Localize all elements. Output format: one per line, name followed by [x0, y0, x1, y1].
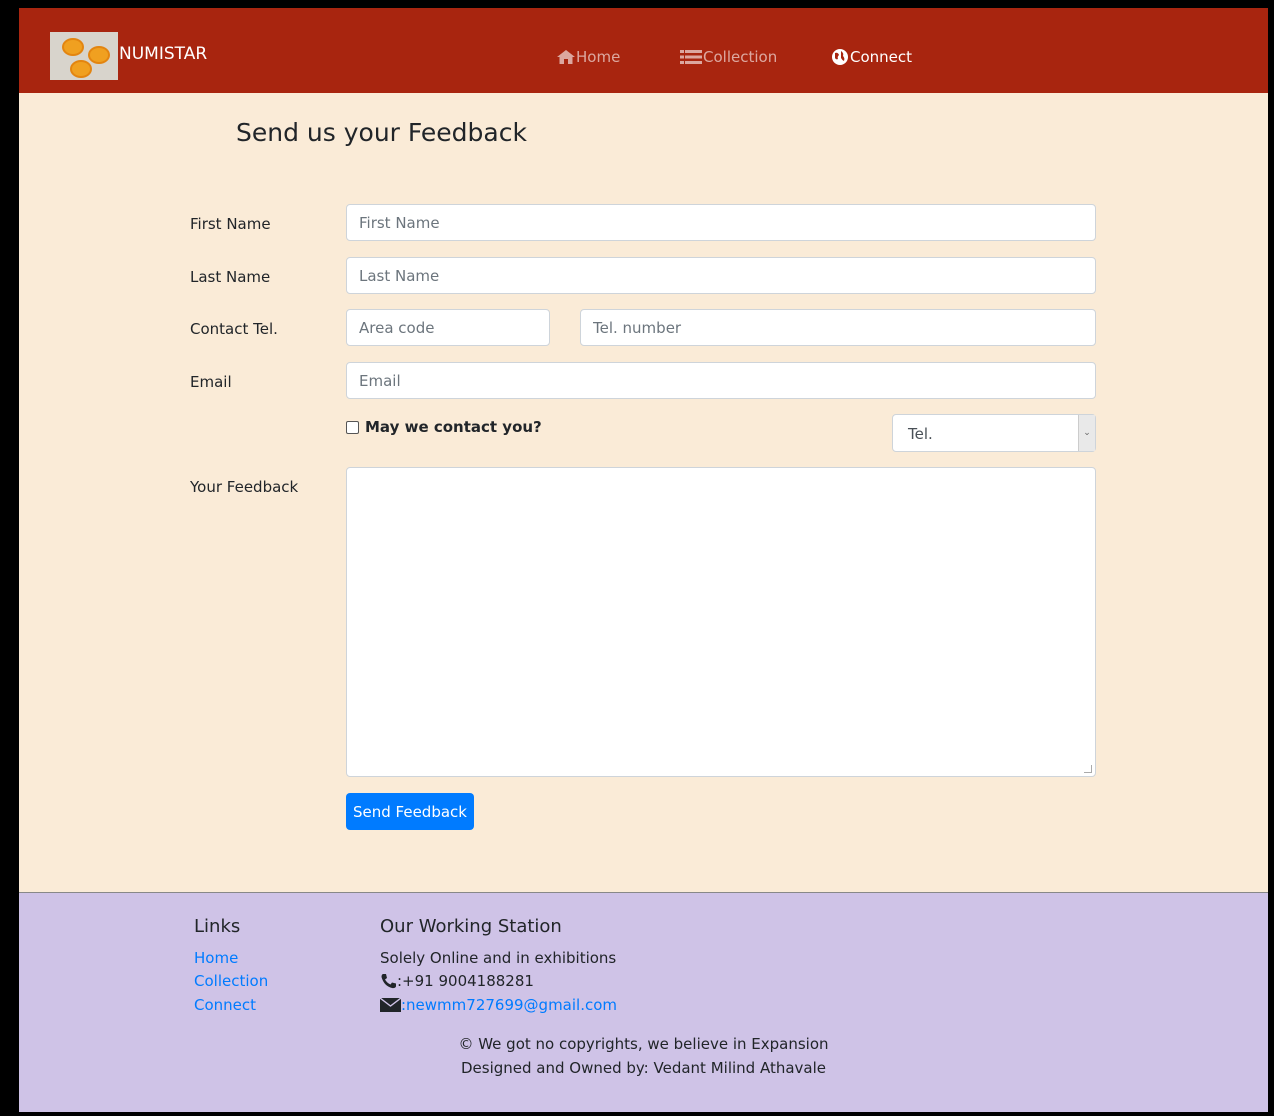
nav-collection[interactable]: Collection: [680, 48, 777, 66]
contact-method-value: Tel.: [908, 425, 933, 443]
last-name-label: Last Name: [190, 268, 271, 286]
email-label: Email: [190, 373, 232, 391]
tel-number-input[interactable]: [580, 309, 1096, 346]
footer: Links Home Collection Connect Our Workin…: [19, 892, 1268, 1112]
email-input[interactable]: [346, 362, 1096, 399]
area-code-input[interactable]: [346, 309, 550, 346]
footer-link-connect[interactable]: Connect: [194, 996, 256, 1014]
page-title: Send us your Feedback: [236, 118, 527, 147]
home-icon: [557, 50, 575, 64]
footer-station-text: Solely Online and in exhibitions: [380, 949, 617, 967]
nav-connect[interactable]: Connect: [831, 48, 912, 66]
phone-icon: [381, 974, 396, 989]
list-icon: [680, 50, 702, 64]
send-feedback-button[interactable]: Send Feedback: [346, 793, 474, 830]
feedback-label: Your Feedback: [190, 478, 299, 496]
browser-viewport: NUMISTAR Home Collection Connect Send us…: [19, 8, 1268, 1112]
navbar: NUMISTAR Home Collection Connect: [19, 8, 1268, 93]
footer-phone: :+91 9004188281: [380, 972, 534, 990]
nav-collection-label: Collection: [703, 48, 778, 66]
footer-email: :newmm727699@gmail.com: [380, 996, 617, 1014]
contact-checkbox-label: May we contact you?: [365, 418, 542, 436]
footer-links-heading: Links: [194, 916, 241, 937]
footer-link-home[interactable]: Home: [194, 949, 238, 967]
contact-tel-label: Contact Tel.: [190, 320, 278, 338]
feedback-textarea[interactable]: [346, 467, 1096, 777]
footer-station-heading: Our Working Station: [380, 916, 562, 937]
last-name-input[interactable]: [346, 257, 1096, 294]
envelope-icon: [380, 998, 401, 1012]
footer-link-collection[interactable]: Collection: [194, 972, 268, 990]
brand[interactable]: NUMISTAR: [50, 32, 207, 80]
brand-name: NUMISTAR: [119, 44, 208, 64]
contact-checkbox-row[interactable]: May we contact you?: [346, 418, 542, 436]
footer-email-link[interactable]: :newmm727699@gmail.com: [401, 996, 617, 1014]
chevron-down-icon[interactable]: ⌄: [1078, 415, 1095, 451]
first-name-input[interactable]: [346, 204, 1096, 241]
contact-checkbox[interactable]: [346, 420, 359, 434]
first-name-label: First Name: [190, 215, 271, 233]
resize-handle-icon[interactable]: [1084, 765, 1092, 773]
nav-home[interactable]: Home: [557, 48, 620, 66]
footer-copyright: © We got no copyrights, we believe in Ex…: [458, 1035, 829, 1053]
nav-home-label: Home: [576, 48, 621, 66]
footer-phone-text: :+91 9004188281: [397, 972, 534, 990]
contact-method-select[interactable]: Tel. ⌄: [892, 414, 1096, 452]
coins-logo-icon: [50, 32, 118, 80]
footer-designed-by: Designed and Owned by: Vedant Milind Ath…: [460, 1059, 826, 1077]
nav-connect-label: Connect: [850, 48, 913, 66]
globe-icon: [832, 49, 848, 65]
